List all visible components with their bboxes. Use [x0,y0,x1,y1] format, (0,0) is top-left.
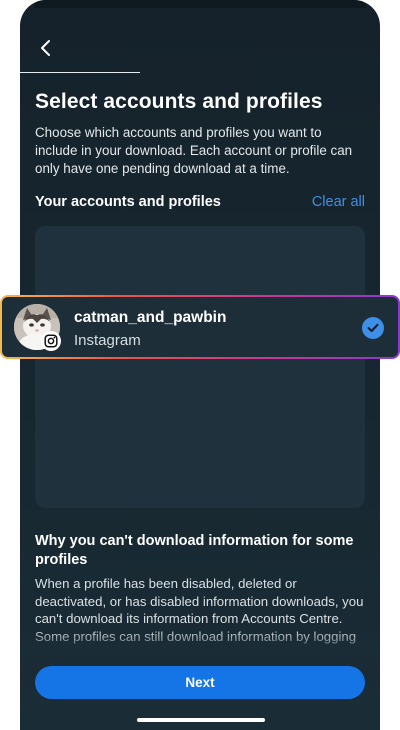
info-heading: Why you can't download information for s… [35,533,354,568]
account-item-catman-and-pawbin[interactable]: catman_and_pawbin Instagram [0,295,400,359]
phone-screen: Select accounts and profiles Choose whic… [20,0,380,730]
page-description: Choose which accounts and profiles you w… [35,125,353,176]
account-username: catman_and_pawbin [74,309,227,326]
instagram-icon [41,331,61,351]
checkmark-icon[interactable] [362,317,384,339]
status-bar [34,0,366,8]
home-indicator [137,718,265,722]
account-platform: Instagram [74,332,141,349]
next-button[interactable]: Next [35,666,365,699]
header-divider [20,72,140,73]
back-button[interactable] [32,34,60,62]
chevron-left-icon [39,38,53,58]
account-item-body: catman_and_pawbin Instagram [2,297,398,357]
page-title: Select accounts and profiles [35,90,323,113]
accounts-list-panel [35,226,365,508]
accounts-section-heading: Your accounts and profiles [35,194,221,210]
scroll-fade [20,628,380,658]
clear-all-button[interactable]: Clear all [312,194,365,210]
